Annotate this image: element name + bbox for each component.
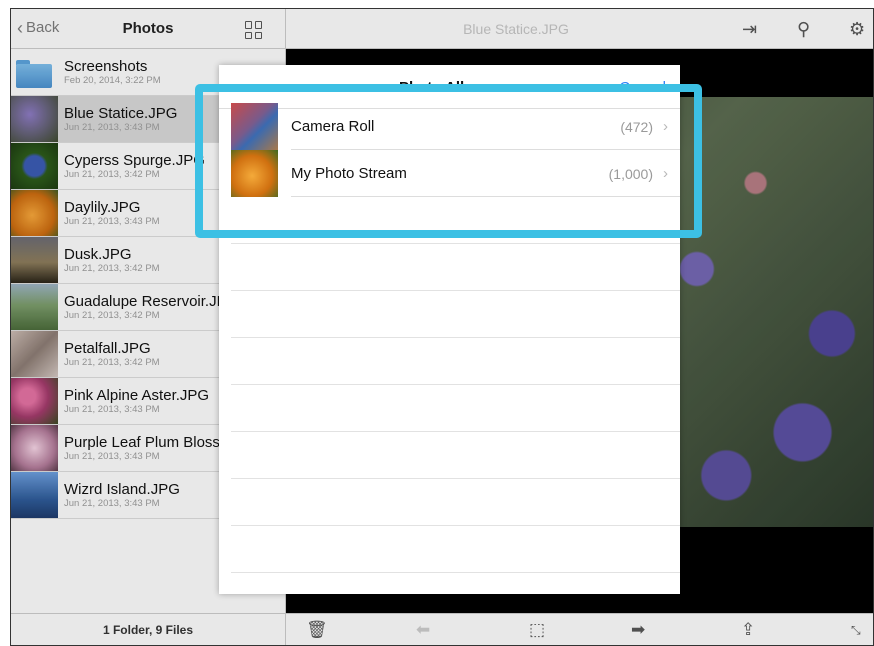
file-thumbnail	[11, 96, 58, 142]
popover-title: Photo Albums	[398, 79, 501, 96]
trash-icon[interactable]: 🗑	[306, 620, 328, 640]
file-date: Jun 21, 2013, 3:43 PM	[64, 497, 160, 509]
file-date: Jun 21, 2013, 3:42 PM	[64, 356, 160, 368]
viewer-header: Blue Statice.JPG ⇥ ⚲ ⚙	[286, 9, 873, 49]
file-thumbnail	[11, 143, 58, 189]
album-count: (472)	[620, 118, 653, 135]
file-name: Daylily.JPG	[64, 198, 141, 216]
mouse-icon[interactable]: ⬚	[529, 620, 545, 640]
sidebar-footer: 1 Folder, 9 Files	[11, 613, 285, 645]
file-name: Pink Alpine Aster.JPG	[64, 386, 210, 404]
wifi-transfer-icon[interactable]: ⚲	[797, 19, 810, 40]
album-list: Camera Roll (472) › My Photo Stream (1,0…	[219, 103, 680, 573]
album-thumbnail	[231, 150, 278, 197]
arrow-right-icon[interactable]: ➡	[631, 620, 645, 640]
album-thumbnail	[231, 103, 278, 150]
file-thumbnail	[11, 425, 58, 471]
file-thumbnail	[11, 378, 58, 424]
photo-albums-popover: Photo Albums Cancel Camera Roll (472) › …	[219, 65, 680, 594]
folder-icon	[11, 49, 58, 95]
file-date: Jun 21, 2013, 3:43 PM	[64, 215, 160, 227]
empty-row	[231, 385, 680, 432]
empty-row	[231, 291, 680, 338]
file-name: Blue Statice.JPG	[64, 104, 178, 122]
empty-row	[231, 479, 680, 526]
gear-icon[interactable]: ⚙	[849, 19, 865, 40]
arrow-left-icon[interactable]: ⬅	[416, 620, 430, 640]
file-date: Feb 20, 2014, 3:22 PM	[64, 74, 161, 86]
file-thumbnail	[11, 284, 58, 330]
album-my-photo-stream[interactable]: My Photo Stream (1,000) ›	[219, 150, 680, 197]
chevron-left-icon: ‹	[17, 17, 23, 38]
empty-row	[231, 197, 680, 244]
file-name: Petalfall.JPG	[64, 339, 151, 357]
file-date: Jun 21, 2013, 3:42 PM	[64, 168, 160, 180]
album-camera-roll[interactable]: Camera Roll (472) ›	[219, 103, 680, 150]
file-thumbnail	[11, 190, 58, 236]
file-date: Jun 21, 2013, 3:42 PM	[64, 262, 160, 274]
open-in-icon[interactable]: ⇥	[742, 19, 757, 40]
empty-row	[231, 432, 680, 479]
empty-row	[231, 338, 680, 385]
chevron-right-icon: ›	[663, 165, 668, 182]
album-name: My Photo Stream	[291, 165, 407, 182]
grid-view-icon[interactable]	[245, 21, 263, 39]
back-label: Back	[26, 19, 60, 36]
file-name: Cyperss Spurge.JPG	[64, 151, 205, 169]
viewer-toolbar: 🗑 ⬅ ⬚ ➡ ⇪ ⤡	[286, 613, 873, 645]
empty-row	[231, 244, 680, 291]
app-window: ‹ Back Photos Screenshots Feb 20, 2014, …	[10, 8, 874, 646]
file-thumbnail	[11, 472, 58, 518]
album-count: (1,000)	[608, 165, 653, 182]
file-date: Jun 21, 2013, 3:42 PM	[64, 309, 160, 321]
viewer-title: Blue Statice.JPG	[463, 21, 569, 37]
file-name: Guadalupe Reservoir.JPG	[64, 292, 239, 310]
file-date: Jun 21, 2013, 3:43 PM	[64, 403, 160, 415]
file-name: Wizrd Island.JPG	[64, 480, 180, 498]
share-icon[interactable]: ⇪	[741, 620, 755, 640]
file-thumbnail	[11, 237, 58, 283]
cancel-button[interactable]: Cancel	[619, 79, 666, 96]
file-date: Jun 21, 2013, 3:43 PM	[64, 121, 160, 133]
empty-row	[231, 526, 680, 573]
album-name: Camera Roll	[291, 118, 375, 135]
sidebar-header: ‹ Back Photos	[11, 9, 285, 49]
divider	[291, 196, 680, 197]
back-button[interactable]: ‹ Back	[17, 17, 60, 38]
fullscreen-icon[interactable]: ⤡	[851, 623, 861, 638]
file-thumbnail	[11, 331, 58, 377]
chevron-right-icon: ›	[663, 118, 668, 135]
file-name: Screenshots	[64, 57, 148, 75]
file-name: Dusk.JPG	[64, 245, 132, 263]
